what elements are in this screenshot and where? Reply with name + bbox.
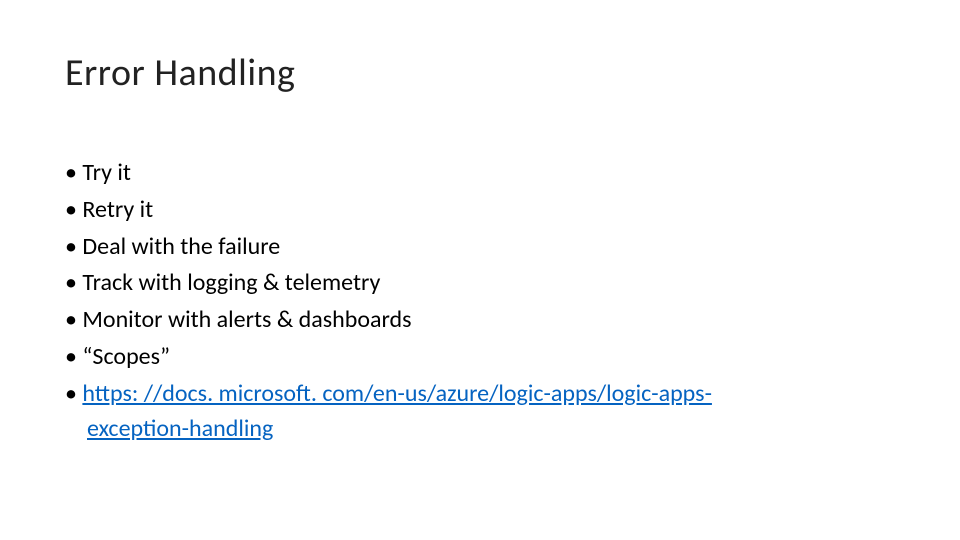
bullet-list: Try it Retry it Deal with the failure Tr… (65, 156, 895, 446)
link-text-line1: https: //docs. microsoft. com/en-us/azur… (82, 379, 712, 408)
list-item: Track with logging & telemetry (65, 266, 895, 301)
docs-link[interactable]: https: //docs. microsoft. com/en-us/azur… (82, 379, 712, 443)
list-item: Try it (65, 156, 895, 191)
slide-title: Error Handling (65, 50, 895, 96)
list-item: Monitor with alerts & dashboards (65, 303, 895, 338)
list-item: “Scopes” (65, 340, 895, 375)
list-item: Retry it (65, 193, 895, 228)
link-text-line2: exception-handling (87, 414, 273, 443)
list-item: Deal with the failure (65, 230, 895, 265)
list-item-link: https: //docs. microsoft. com/en-us/azur… (65, 377, 895, 447)
